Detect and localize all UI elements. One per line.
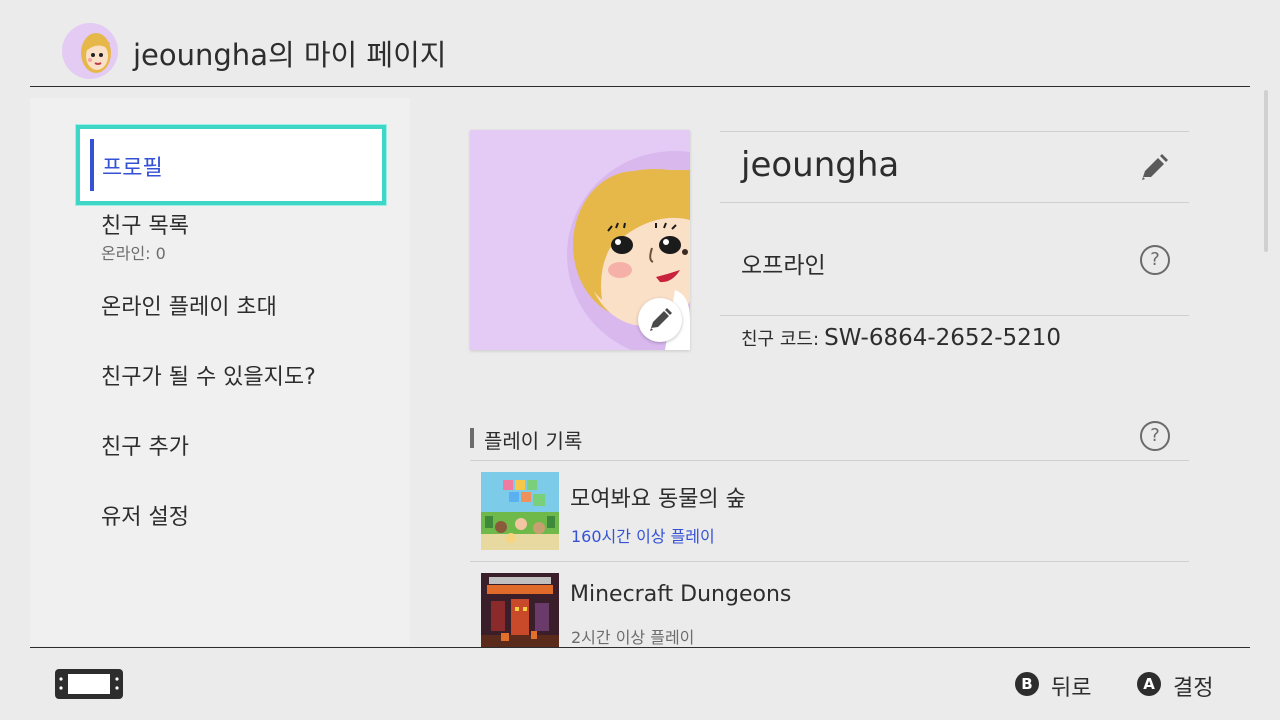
sidebar-item-online-invites[interactable]: 온라인 플레이 초대 bbox=[101, 289, 277, 321]
mii-avatar-icon bbox=[62, 23, 118, 79]
header-divider bbox=[30, 86, 1250, 87]
friend-code-label: 친구 코드: bbox=[741, 329, 820, 350]
page-title: jeoungha의 마이 페이지 bbox=[133, 38, 447, 72]
pencil-icon bbox=[650, 308, 672, 331]
question-mark-icon[interactable]: ? bbox=[1140, 245, 1170, 275]
sidebar-item-label: 유저 설정 bbox=[101, 505, 189, 530]
username: jeoungha bbox=[741, 145, 900, 185]
back-label: 뒤로 bbox=[1051, 676, 1092, 701]
sidebar-item-label: 온라인 플레이 초대 bbox=[101, 295, 277, 320]
edit-picture-button[interactable] bbox=[638, 298, 682, 342]
game-play-time: 160시간 이상 플레이 bbox=[571, 527, 715, 546]
sidebar-item-add-friend[interactable]: 친구 추가 bbox=[101, 429, 189, 461]
game-title: Minecraft Dungeons bbox=[570, 582, 792, 607]
selection-indicator bbox=[90, 139, 94, 191]
sidebar-item-label: 친구가 될 수 있을지도? bbox=[101, 365, 316, 390]
pencil-icon bbox=[1142, 154, 1168, 180]
sidebar-item-label: 친구 목록 bbox=[101, 214, 189, 239]
divider bbox=[470, 561, 1189, 562]
sidebar-item-label: 프로필 bbox=[102, 156, 163, 181]
scrollbar[interactable] bbox=[1264, 90, 1268, 252]
sidebar-item-suggested-friends[interactable]: 친구가 될 수 있을지도? bbox=[101, 359, 316, 391]
section-marker bbox=[470, 428, 474, 448]
divider bbox=[470, 460, 1189, 461]
edit-username-button[interactable] bbox=[1140, 152, 1170, 186]
friend-code: 친구 코드: SW-6864-2652-5210 bbox=[741, 325, 1061, 351]
footer-divider bbox=[30, 647, 1250, 648]
b-button-icon: B bbox=[1015, 672, 1039, 696]
sidebar-item-profile[interactable]: 프로필 bbox=[76, 125, 386, 205]
game-thumbnail[interactable] bbox=[481, 573, 559, 647]
online-count: 온라인: 0 bbox=[101, 244, 166, 263]
game-thumbnail[interactable] bbox=[481, 472, 559, 550]
game-title: 모여봐요 동물의 숲 bbox=[570, 487, 746, 512]
switch-console-icon bbox=[55, 669, 123, 699]
divider bbox=[720, 202, 1189, 203]
sidebar-item-friend-list[interactable]: 친구 목록 bbox=[101, 208, 189, 240]
page-header: jeoungha의 마이 페이지 bbox=[0, 0, 1280, 88]
divider bbox=[720, 315, 1189, 316]
sidebar-item-label: 친구 추가 bbox=[101, 435, 189, 460]
friend-code-value: SW-6864-2652-5210 bbox=[824, 325, 1062, 351]
sidebar-item-user-settings[interactable]: 유저 설정 bbox=[101, 499, 189, 531]
question-mark-icon[interactable]: ? bbox=[1140, 421, 1170, 451]
a-button-icon: A bbox=[1137, 672, 1161, 696]
confirm-label: 결정 bbox=[1173, 676, 1214, 701]
game-play-time: 2시간 이상 플레이 bbox=[571, 628, 695, 647]
play-history-title: 플레이 기록 bbox=[484, 429, 583, 453]
my-page-screen: jeoungha의 마이 페이지 프로필 친구 목록 온라인: 0 온라인 플레… bbox=[0, 0, 1280, 720]
online-status: 오프라인 bbox=[741, 253, 826, 279]
divider bbox=[720, 131, 1189, 132]
